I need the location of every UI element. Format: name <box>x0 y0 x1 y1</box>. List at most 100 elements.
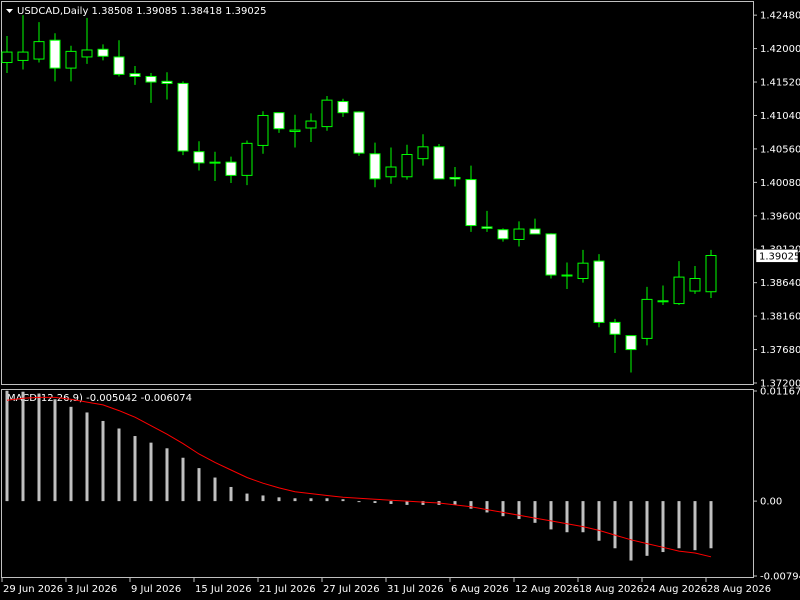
symbol-dropdown-icon[interactable] <box>6 9 13 13</box>
macd-bar <box>389 501 393 504</box>
macd-bar <box>501 501 505 517</box>
price-tick-label: 1.38160 <box>760 312 800 323</box>
macd-bar <box>629 501 633 561</box>
macd-bar <box>293 498 297 502</box>
macd-bar <box>517 501 521 520</box>
macd-bar <box>213 477 217 502</box>
bull-candle-body <box>33 41 45 60</box>
price-chart-canvas[interactable]: USDCAD,Daily 1.38508 1.39085 1.38418 1.3… <box>0 0 800 600</box>
macd-bar <box>341 499 345 502</box>
bear-candle-body <box>529 228 541 235</box>
macd-signal-line <box>6 396 712 558</box>
price-axis: 1.42480 1.42000 1.41520 1.41040 1.40560 1.400… <box>753 11 800 390</box>
bull-candle-body <box>657 300 669 303</box>
macd-bar <box>197 468 201 502</box>
bear-candle-body <box>433 146 445 180</box>
price-tick-label: 1.40080 <box>760 178 800 189</box>
price-tick-label: 1.41040 <box>760 111 800 122</box>
bull-candle-body <box>257 114 269 146</box>
macd-pane-border <box>1 389 754 578</box>
bear-candle-body <box>593 260 605 323</box>
macd-tick-label: 0.00 <box>760 497 782 508</box>
macd-bar <box>469 501 473 509</box>
bear-candle-body <box>449 176 461 180</box>
macd-bar <box>165 448 169 502</box>
bear-candle-body <box>145 75 157 83</box>
price-tick-label: 1.42480 <box>760 11 800 22</box>
price-tick-label: 1.42000 <box>760 44 800 55</box>
symbol-header: USDCAD,Daily 1.38508 1.39085 1.38418 1.3… <box>17 6 267 17</box>
bull-candle-body <box>1 51 13 64</box>
bear-candle-body <box>625 335 637 351</box>
macd-bar <box>53 399 57 502</box>
time-tick-label: 31 Jul 2026 <box>387 584 444 595</box>
bear-candle-body <box>193 151 205 164</box>
macd-bar <box>565 501 569 533</box>
candlestick-series <box>1 15 717 373</box>
macd-bar <box>181 457 185 502</box>
bull-candle-body <box>577 262 589 279</box>
bear-candle-body <box>113 56 125 75</box>
bear-candle-body <box>497 229 509 240</box>
macd-bar <box>549 501 553 530</box>
time-tick-label: 9 Jul 2026 <box>131 584 181 595</box>
current-price-label: 1.39025 <box>759 251 800 262</box>
macd-bar <box>613 501 617 549</box>
price-tick-label: 1.39600 <box>760 211 800 222</box>
macd-bar <box>533 501 537 523</box>
time-tick-label: 18 Aug 2026 <box>579 584 643 595</box>
chart-window[interactable]: USDCAD,Daily 1.38508 1.39085 1.38418 1.3… <box>0 0 800 600</box>
macd-bar <box>229 486 233 502</box>
macd-bar <box>581 501 585 533</box>
bear-candle-body <box>337 101 349 114</box>
bull-candle-body <box>81 49 93 58</box>
time-tick-label: 21 Jul 2026 <box>259 584 316 595</box>
macd-bar <box>245 493 249 502</box>
bear-candle-body <box>369 153 381 180</box>
macd-bar <box>405 501 409 505</box>
time-tick-label: 3 Jul 2026 <box>67 584 117 595</box>
price-tick-label: 1.40560 <box>760 144 800 155</box>
price-tick-label: 1.41520 <box>760 78 800 89</box>
macd-bar <box>85 412 89 502</box>
macd-bar <box>693 501 697 551</box>
macd-header: MACD(12,26,9) -0.005042 -0.006074 <box>7 393 192 404</box>
bull-candle-body <box>641 298 653 339</box>
macd-bar <box>149 442 153 502</box>
macd-bar <box>709 501 713 549</box>
macd-bar <box>325 498 329 502</box>
signal-line <box>6 396 712 558</box>
bear-candle-body <box>545 233 557 276</box>
macd-bar <box>5 390 9 502</box>
time-tick-label: 12 Aug 2026 <box>515 584 579 595</box>
bull-candle-body <box>289 129 301 132</box>
bear-candle-body <box>161 80 173 84</box>
macd-bar <box>677 501 681 549</box>
time-tick-label: 27 Jul 2026 <box>323 584 380 595</box>
bull-candle-body <box>305 120 317 129</box>
bull-candle-body <box>689 277 701 292</box>
macd-axis: 0.011676 0.00 -0.00794 <box>753 387 800 583</box>
macd-bar <box>37 393 41 502</box>
bear-candle-body <box>177 82 189 152</box>
macd-tick-label: -0.00794 <box>760 572 800 583</box>
time-tick-label: 15 Jul 2026 <box>195 584 252 595</box>
bull-candle-body <box>417 146 429 160</box>
bear-candle-body <box>225 161 237 176</box>
bull-candle-body <box>385 166 397 178</box>
macd-bar <box>309 498 313 502</box>
macd-tick-label: 0.011676 <box>760 387 800 398</box>
bull-candle-body <box>561 274 573 277</box>
bull-candle-body <box>241 142 253 176</box>
macd-bar <box>261 495 265 502</box>
macd-bar <box>485 501 489 513</box>
price-tick-label: 1.37680 <box>760 345 800 356</box>
macd-bar <box>277 497 281 502</box>
bear-candle-body <box>353 111 365 154</box>
current-price-marker: 1.39025 <box>755 249 800 263</box>
bear-candle-body <box>209 161 221 164</box>
macd-bar <box>69 406 73 502</box>
time-tick-label: 29 Jun 2026 <box>3 584 63 595</box>
bear-candle-body <box>465 179 477 227</box>
macd-bar <box>21 391 25 502</box>
